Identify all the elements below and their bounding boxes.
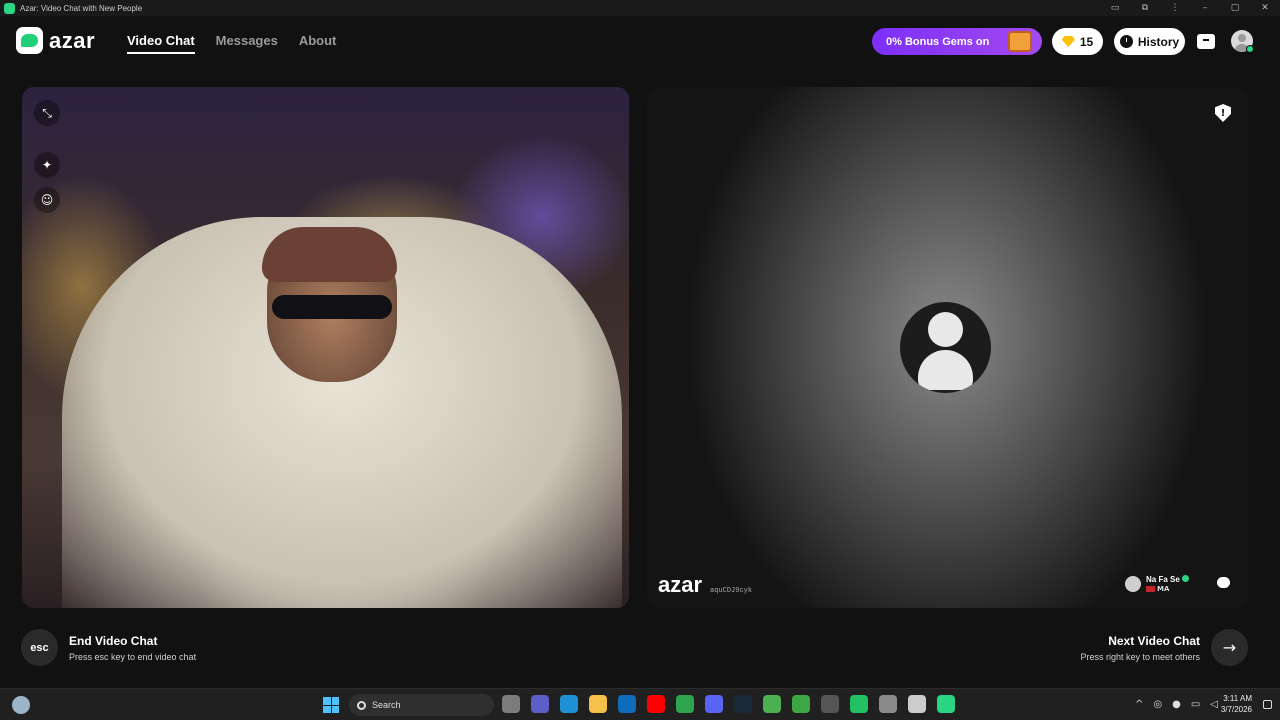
logo-text: azar	[49, 27, 96, 53]
system-tray: ^ ◎ ● ▭ ◁	[1135, 699, 1218, 710]
close-button[interactable]: ✕	[1250, 0, 1280, 16]
nav-about[interactable]: About	[299, 33, 337, 54]
maximize-button[interactable]: ▢	[1220, 0, 1250, 16]
partner-placeholder-avatar	[900, 302, 991, 393]
taskbar-app-icon[interactable]	[618, 695, 636, 713]
partner-avatar-icon	[1125, 576, 1141, 592]
gems-count: 15	[1079, 34, 1094, 49]
nav-video-chat[interactable]: Video Chat	[127, 33, 195, 54]
gems-balance-button[interactable]: 15	[1052, 28, 1103, 55]
window-title: Azar: Video Chat with New People	[20, 3, 143, 13]
history-label: History	[1137, 34, 1180, 49]
window-titlebar: Azar: Video Chat with New People ▭ ⧉ ⋮ –…	[0, 0, 1280, 16]
next-chat-title: Next Video Chat	[1108, 633, 1200, 648]
taskbar-app-icon[interactable]	[705, 695, 723, 713]
taskbar-date: 3/7/2026	[1220, 705, 1252, 714]
taskbar-app-icon[interactable]	[502, 695, 520, 713]
camera-icon[interactable]: ▭	[1100, 0, 1130, 16]
tray-app-icon[interactable]: ◎	[1153, 699, 1162, 710]
end-chat-title: End Video Chat	[69, 633, 158, 648]
taskbar-app-icon[interactable]	[560, 695, 578, 713]
logo-mark-icon	[16, 27, 43, 54]
store-icon	[1197, 33, 1215, 49]
taskbar-app-icon[interactable]	[792, 695, 810, 713]
profile-button[interactable]	[1231, 30, 1254, 53]
next-arrow-button[interactable]: →	[1211, 629, 1248, 666]
taskbar-time: 3:11 AM	[1223, 694, 1252, 703]
nav-messages[interactable]: Messages	[216, 33, 278, 54]
partner-country: MA	[1157, 585, 1170, 593]
taskbar-app-icon[interactable]	[937, 695, 955, 713]
top-nav: azar Video Chat Messages About 0% Bonus …	[0, 16, 1280, 68]
self-camera-view: ⤡ ✦ ☺	[22, 87, 629, 608]
camera-subject-cap	[262, 227, 397, 282]
minimize-button[interactable]: –	[1190, 0, 1220, 16]
start-button[interactable]	[323, 697, 339, 713]
gem-icon	[1061, 36, 1075, 47]
chat-button[interactable]	[1210, 569, 1236, 595]
report-shield-icon[interactable]: !	[1215, 104, 1231, 122]
search-icon	[357, 700, 366, 710]
taskbar-search-label: Search	[372, 700, 401, 710]
azar-app-icon	[4, 2, 15, 14]
taskbar-app-icon[interactable]	[850, 695, 868, 713]
end-chat-hint: Press esc key to end video chat	[69, 651, 197, 662]
face-filter-icon[interactable]: ☺	[34, 187, 60, 213]
taskbar-app-icon[interactable]	[676, 695, 694, 713]
taskbar-app-icon[interactable]	[734, 695, 752, 713]
partner-profile-chip[interactable]: Na Fa Se MA	[1119, 569, 1203, 599]
taskbar-app-icon[interactable]	[763, 695, 781, 713]
more-options-icon[interactable]: ⋮	[1160, 0, 1190, 16]
extensions-icon[interactable]: ⧉	[1130, 0, 1160, 16]
taskbar-search[interactable]: Search	[349, 694, 494, 716]
camera-subject-glasses	[272, 295, 392, 319]
azar-watermark: azar aquCDJ9cyk	[658, 572, 752, 598]
taskbar-app-icon[interactable]	[879, 695, 897, 713]
microphone-icon[interactable]: ●	[1172, 699, 1181, 710]
partner-video-view: ! azar aquCDJ9cyk Na Fa Se MA	[647, 87, 1248, 608]
esc-key-button[interactable]: esc	[21, 629, 58, 666]
partner-name: Na Fa Se	[1146, 575, 1180, 584]
online-status-dot	[1246, 45, 1254, 53]
country-flag-icon	[1146, 586, 1155, 592]
end-video-chat-action[interactable]: esc End Video Chat Press esc key to end …	[21, 629, 196, 666]
next-video-chat-action[interactable]: Next Video Chat Press right key to meet …	[1080, 629, 1248, 666]
store-button[interactable]	[1195, 30, 1217, 52]
minimize-view-icon[interactable]: ⤡	[34, 100, 60, 126]
taskbar-app-icon[interactable]	[647, 695, 665, 713]
volume-icon[interactable]: ◁	[1210, 699, 1218, 710]
treasure-chest-icon	[1008, 31, 1032, 52]
taskbar-app-icon[interactable]	[531, 695, 549, 713]
notifications-icon[interactable]	[1263, 700, 1272, 709]
taskbar-app-icon[interactable]	[821, 695, 839, 713]
effects-wand-icon[interactable]: ✦	[34, 152, 60, 178]
tray-chevron-icon[interactable]: ^	[1135, 699, 1143, 710]
taskbar-clock[interactable]: 3:11 AM 3/7/2026	[1221, 693, 1252, 715]
verified-icon	[1181, 575, 1189, 582]
taskbar-app-icon[interactable]	[908, 695, 926, 713]
history-button[interactable]: History	[1114, 28, 1185, 55]
weather-widget-icon[interactable]	[12, 696, 30, 714]
chat-bubble-icon	[1216, 576, 1230, 588]
taskbar-app-icon[interactable]	[589, 695, 607, 713]
next-chat-hint: Press right key to meet others	[1080, 651, 1200, 662]
windows-taskbar: Search ^ ◎ ● ▭ ◁ 3:11 AM 3/7/2026	[0, 688, 1280, 720]
azar-logo[interactable]: azar	[16, 27, 95, 54]
network-icon[interactable]: ▭	[1191, 699, 1200, 710]
bonus-gems-text: 0% Bonus Gems on	[886, 35, 990, 48]
watermark-id: aquCDJ9cyk	[710, 587, 753, 595]
watermark-logo: azar	[658, 572, 703, 597]
history-clock-icon	[1119, 35, 1133, 48]
bonus-gems-banner[interactable]: 0% Bonus Gems on	[872, 28, 1042, 55]
